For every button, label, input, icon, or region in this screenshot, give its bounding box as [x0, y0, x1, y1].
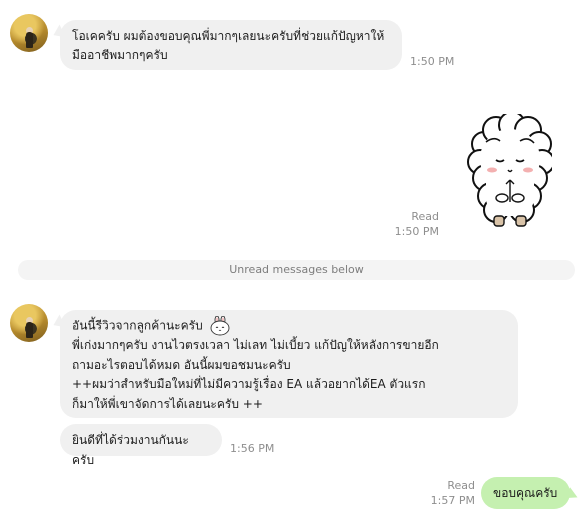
outgoing-message-bubble[interactable]: ขอบคุณครับ — [481, 477, 570, 509]
message-timestamp: 1:50 PM — [410, 55, 455, 68]
message-text: ++ผมว่าสำหรับมือใหม่ที่ไม่มีความรู้เรื่อ… — [72, 377, 426, 391]
avatar-figure-body — [26, 322, 33, 338]
message-timestamp: 1:57 PM — [430, 494, 475, 507]
message-text: ขอบคุณครับ — [493, 486, 558, 500]
read-receipt: Read — [411, 210, 439, 223]
incoming-message-bubble[interactable]: ยินดีที่ได้ร่วมงานกันนะครับ — [60, 424, 222, 467]
incoming-message-bubble[interactable]: อันนี้รีวิวจากลูกค้านะครับ พี่เก่งมากๆคร… — [60, 310, 518, 418]
message-text: อันนี้รีวิวจากลูกค้านะครับ — [72, 318, 203, 333]
message-text: พี่เก่งมากๆครับ งานไวตรงเวลา ไม่เลท ไม่เ… — [72, 338, 439, 352]
message-text: ถามอะไรตอบได้หมด อันนี้ผมขอชมนะครับ — [72, 357, 291, 372]
contact-avatar[interactable] — [10, 14, 48, 52]
message-text: ยินดีที่ได้ร่วมงานกันนะครับ — [72, 433, 189, 467]
contact-avatar[interactable] — [10, 304, 48, 342]
message-text: มืออาชีพมากๆครับ — [72, 48, 168, 62]
sheep-sticker-icon[interactable] — [466, 114, 552, 232]
message-timestamp: 1:50 PM — [394, 225, 439, 238]
message-line: อันนี้รีวิวจากลูกค้านะครับ — [72, 316, 506, 336]
incoming-message-bubble[interactable]: โอเคครับ ผมต้องขอบคุณพี่มากๆเลยนะครับที่… — [60, 20, 402, 70]
message-text: โอเคครับ ผมต้องขอบคุณพี่มากๆเลยนะครับที่… — [72, 29, 385, 43]
message-text: ก็มาให้พี่เขาจัดการได้เลยนะครับ ++ — [72, 396, 263, 411]
unread-divider: Unread messages below — [18, 260, 575, 280]
read-receipt: Read — [447, 479, 475, 492]
avatar-figure-body — [26, 32, 33, 48]
message-timestamp: 1:56 PM — [230, 442, 275, 455]
bunny-face-emoji-icon — [210, 316, 229, 336]
